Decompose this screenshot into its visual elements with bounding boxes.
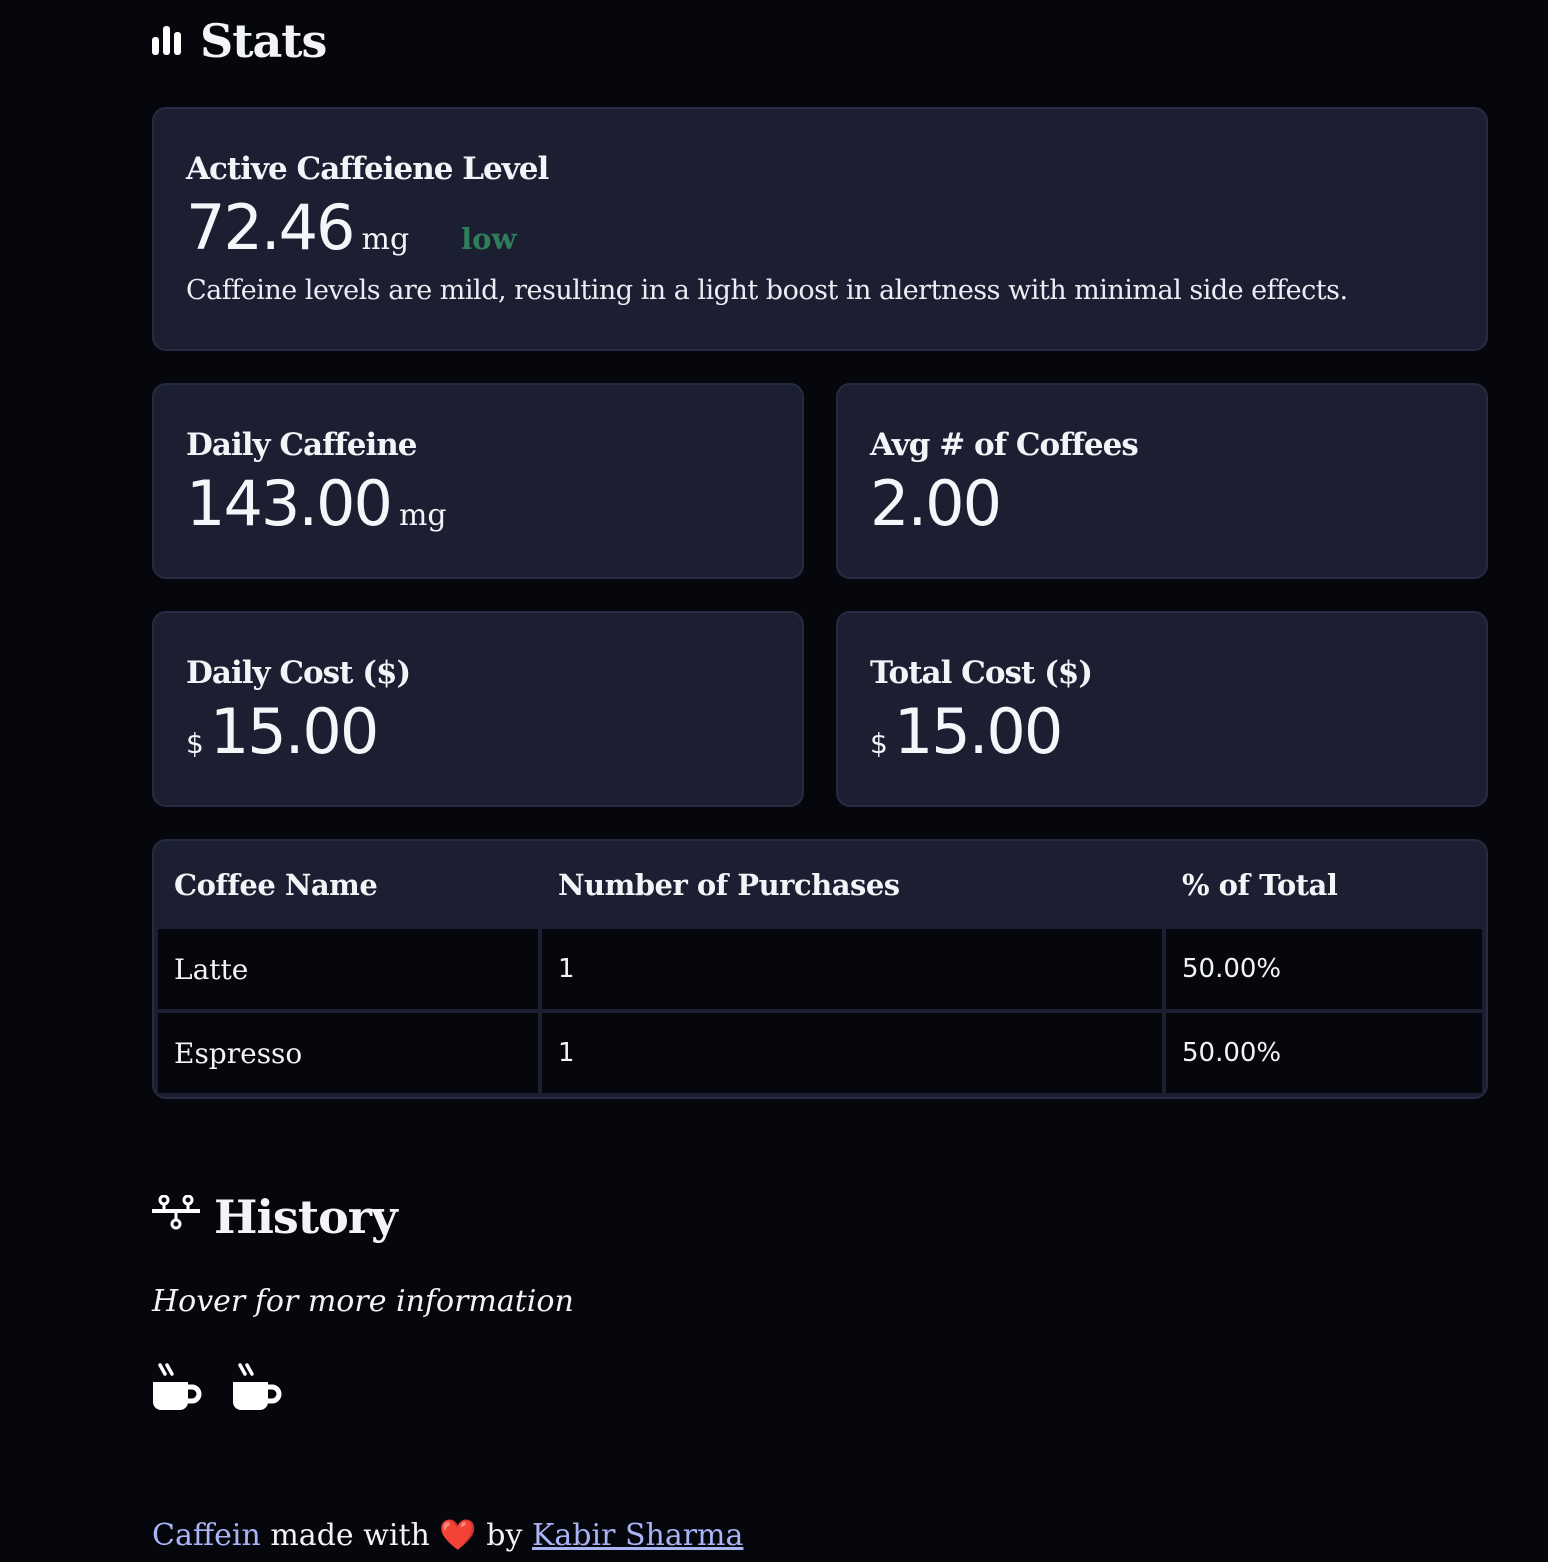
daily-cost-value-row: $ 15.00 [186,695,379,768]
avg-coffees-label: Avg # of Coffees [870,427,1139,463]
coffee-cup-icon[interactable] [152,1362,202,1416]
column-header: Coffee Name [174,868,378,902]
footer-made-with: made with [260,1518,440,1553]
avg-coffees-value: 2.00 [870,467,1002,540]
app-name: Caffein [152,1518,261,1553]
purchases-cell: 1 [542,929,1162,1009]
coffee-name-cell: Espresso [158,1013,538,1093]
footer: Caffein made with ❤️ by Kabir Sharma [152,1518,743,1553]
coffee-table: Coffee Name Number of Purchases % of Tot… [154,841,1486,1097]
table-row: Espresso 1 50.00% [158,1013,1482,1093]
avg-coffees-card: Avg # of Coffees 2.00 [836,383,1488,579]
active-caffeine-card: Active Caffeiene Level 72.46 mg low Caff… [152,107,1488,351]
daily-cost-label: Daily Cost ($) [186,655,411,691]
heart-icon: ❤️ [439,1518,477,1553]
active-caffeine-label: Active Caffeiene Level [186,151,549,187]
percent-cell: 50.00% [1166,1013,1482,1093]
footer-by: by [476,1518,532,1553]
active-caffeine-unit: mg [361,222,410,257]
column-header: Number of Purchases [558,868,900,902]
stats-title: Stats [200,14,327,68]
history-title: History [214,1190,398,1244]
caffeine-description: Caffeine levels are mild, resulting in a… [186,275,1348,306]
total-cost-card: Total Cost ($) $ 15.00 [836,611,1488,807]
coffee-table-card: Coffee Name Number of Purchases % of Tot… [152,839,1488,1099]
daily-cost-currency: $ [186,727,204,760]
daily-caffeine-value: 143.00 [186,467,393,540]
history-entries [152,1362,282,1416]
total-cost-currency: $ [870,727,888,760]
stats-heading: Stats [152,14,327,68]
daily-cost-value: 15.00 [209,695,379,768]
daily-caffeine-unit: mg [398,498,447,533]
column-header: % of Total [1182,868,1338,902]
total-cost-value-row: $ 15.00 [870,695,1063,768]
history-heading: History [152,1190,398,1244]
author-link[interactable]: Kabir Sharma [532,1518,743,1553]
daily-caffeine-card: Daily Caffeine 143.00 mg [152,383,804,579]
daily-caffeine-value-row: 143.00 mg [186,467,447,540]
avg-coffees-value-row: 2.00 [870,467,1002,540]
coffee-cup-icon[interactable] [232,1362,282,1416]
daily-cost-card: Daily Cost ($) $ 15.00 [152,611,804,807]
percent-cell: 50.00% [1166,929,1482,1009]
table-row: Latte 1 50.00% [158,929,1482,1009]
caffeine-status-badge: low [461,222,517,256]
daily-caffeine-label: Daily Caffeine [186,427,418,463]
active-caffeine-value: 72.46 [186,191,355,264]
table-header-row: Coffee Name Number of Purchases % of Tot… [158,845,1482,925]
total-cost-label: Total Cost ($) [870,655,1093,691]
history-hint: Hover for more information [152,1284,574,1319]
coffee-name-cell: Latte [158,929,538,1009]
timeline-icon [152,1190,200,1244]
active-caffeine-value-row: 72.46 mg low [186,191,516,264]
purchases-cell: 1 [542,1013,1162,1093]
total-cost-value: 15.00 [893,695,1063,768]
bar-chart-icon [152,14,186,68]
